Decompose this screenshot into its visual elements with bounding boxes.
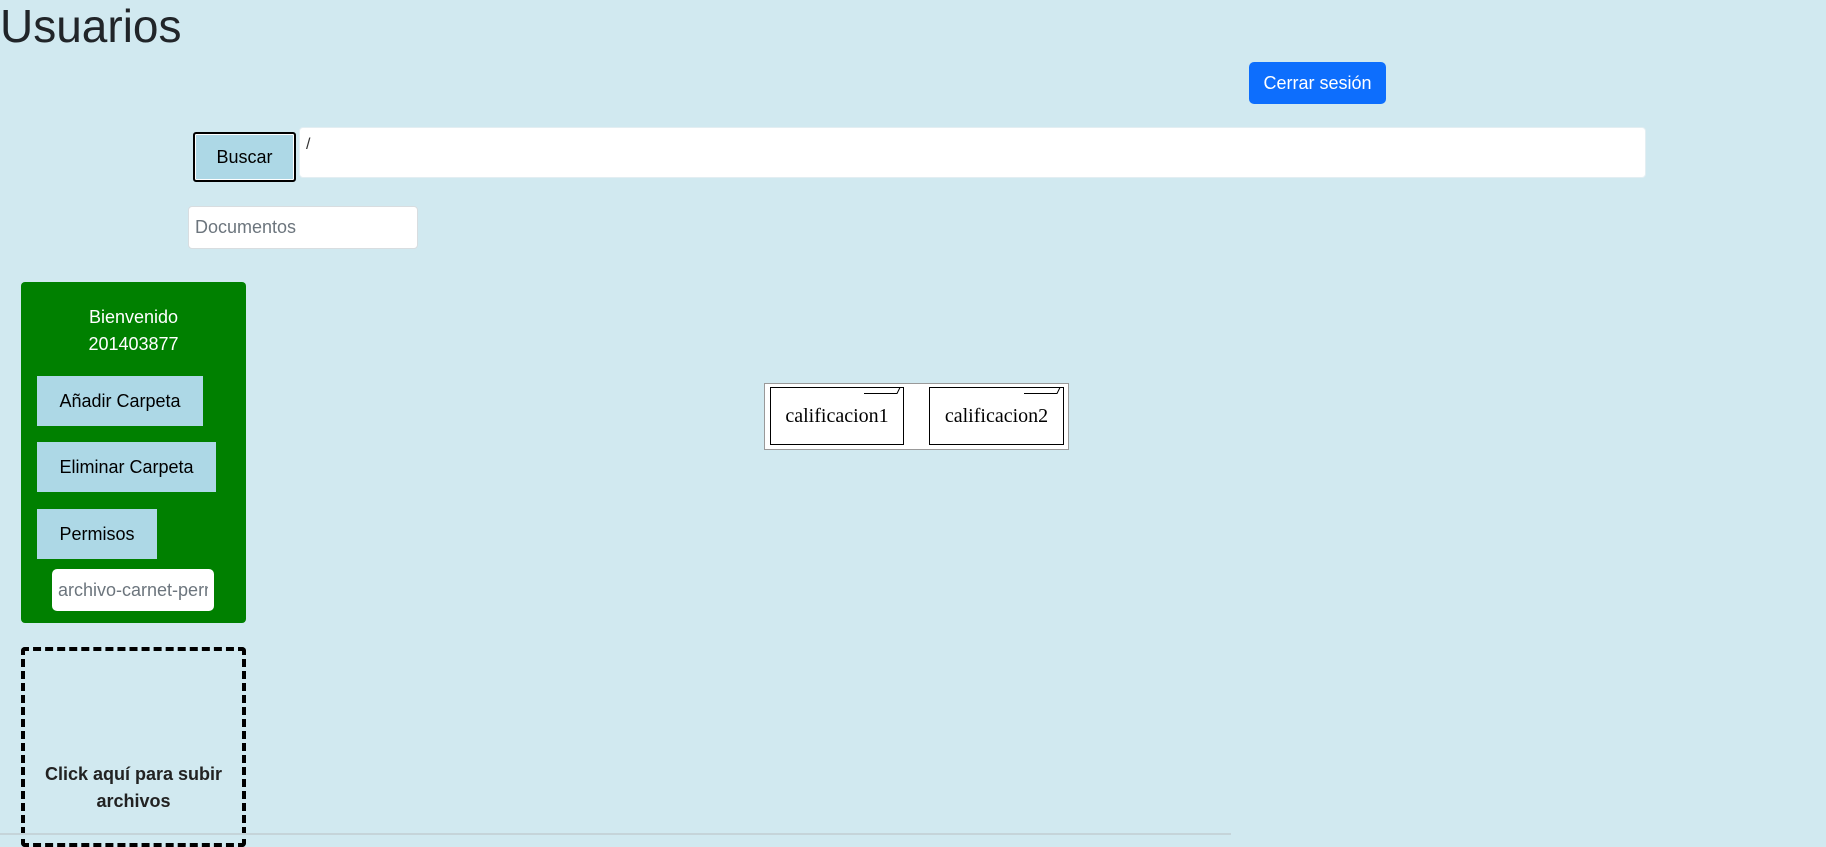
upload-text: Click aquí para subir archivos [44,764,223,811]
add-folder-button[interactable]: Añadir Carpeta [37,376,203,426]
permission-input[interactable] [52,569,214,611]
path-input[interactable] [299,127,1646,178]
user-id: 201403877 [88,334,179,354]
logout-button[interactable]: Cerrar sesión [1249,62,1386,104]
folder-tab-icon [1024,387,1064,394]
upload-dropzone[interactable]: Click aquí para subir archivos [21,647,246,847]
folder-name: calificacion1 [785,404,889,427]
documents-input[interactable] [188,206,418,249]
welcome-text: Bienvenido 201403877 [21,304,246,358]
folder-item[interactable]: calificacion1 [770,387,904,445]
folder-container: calificacion1 calificacion2 [764,383,1069,450]
sidebar-panel: Bienvenido 201403877 Añadir Carpeta Elim… [21,282,246,623]
delete-folder-button[interactable]: Eliminar Carpeta [37,442,216,492]
folder-name: calificacion2 [944,404,1049,427]
page-title: Usuarios [0,0,182,52]
folder-tab-icon [864,387,904,394]
folder-item[interactable]: calificacion2 [929,387,1064,445]
welcome-greeting: Bienvenido [88,307,179,327]
search-button[interactable]: Buscar [193,132,296,182]
permissions-button[interactable]: Permisos [37,509,157,559]
